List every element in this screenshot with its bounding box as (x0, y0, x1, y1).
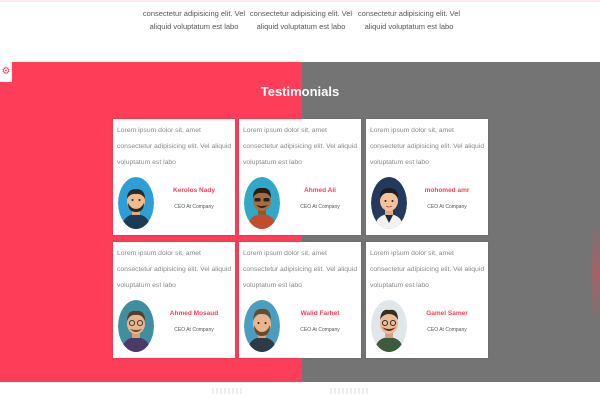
testimonial-role: CEO At Company (427, 204, 467, 210)
faint-graphic (212, 388, 242, 394)
testimonial-card: Lorem ipsum dolor sit, amet consectetur … (366, 119, 488, 235)
testimonial-card: Lorem ipsum dolor sit, amet consectetur … (239, 119, 361, 235)
feature-text-2: consectetur adipisicing elit. Vel aliqui… (249, 9, 353, 31)
faint-graphic (330, 388, 370, 394)
avatar (244, 300, 280, 352)
testimonial-quote: Lorem ipsum dolor sit, amet consectetur … (370, 250, 485, 289)
avatar (118, 177, 154, 229)
testimonial-quote: Lorem ipsum dolor sit, amet consectetur … (117, 127, 232, 166)
testimonial-quote: Lorem ipsum dolor sit, amet consectetur … (243, 127, 358, 166)
testimonial-card: Lorem ipsum dolor sit, amet consectetur … (366, 242, 488, 358)
testimonial-role: CEO At Company (300, 327, 340, 333)
testimonials-section: ⚙ Testimonials Lorem ipsum dolor sit, am… (0, 62, 600, 382)
testimonial-role: CEO At Company (427, 327, 467, 333)
testimonial-name: mohomed amr (424, 187, 470, 194)
avatar (244, 177, 280, 229)
avatar (118, 300, 154, 352)
edge-decoration (592, 222, 600, 322)
testimonial-name: Walid Farhet (300, 310, 340, 317)
feature-text-1: consectetur adipisicing elit. Vel aliqui… (142, 9, 246, 31)
testimonial-card: Lorem ipsum dolor sit, amet consectetur … (113, 242, 235, 358)
testimonial-name: Gamel Samer (426, 310, 468, 317)
gear-icon: ⚙ (1, 66, 11, 77)
testimonial-name: Kerolos Nady (173, 187, 215, 194)
top-divider (0, 0, 600, 2)
testimonial-name: Ahmed Mosaud (169, 310, 219, 317)
testimonial-card: Lorem ipsum dolor sit, amet consectetur … (113, 119, 235, 235)
feature-text-3: consectetur adipisicing elit. Vel aliqui… (357, 9, 461, 31)
next-section-edge (0, 382, 600, 400)
testimonial-role: CEO At Company (300, 204, 340, 210)
testimonial-quote: Lorem ipsum dolor sit, amet consectetur … (117, 250, 232, 289)
features-strip: consectetur adipisicing elit. Vel aliqui… (0, 0, 600, 62)
testimonial-role: CEO At Company (174, 204, 214, 210)
testimonial-quote: Lorem ipsum dolor sit, amet consectetur … (243, 250, 358, 289)
testimonial-card: Lorem ipsum dolor sit, amet consectetur … (239, 242, 361, 358)
section-title: Testimonials (260, 84, 340, 99)
testimonial-name: Ahmed Ali (304, 187, 336, 194)
settings-toggle[interactable]: ⚙ (0, 62, 12, 82)
testimonial-quote: Lorem ipsum dolor sit, amet consectetur … (370, 127, 485, 166)
avatar (371, 177, 407, 229)
avatar (371, 300, 407, 352)
testimonial-role: CEO At Company (174, 327, 214, 333)
